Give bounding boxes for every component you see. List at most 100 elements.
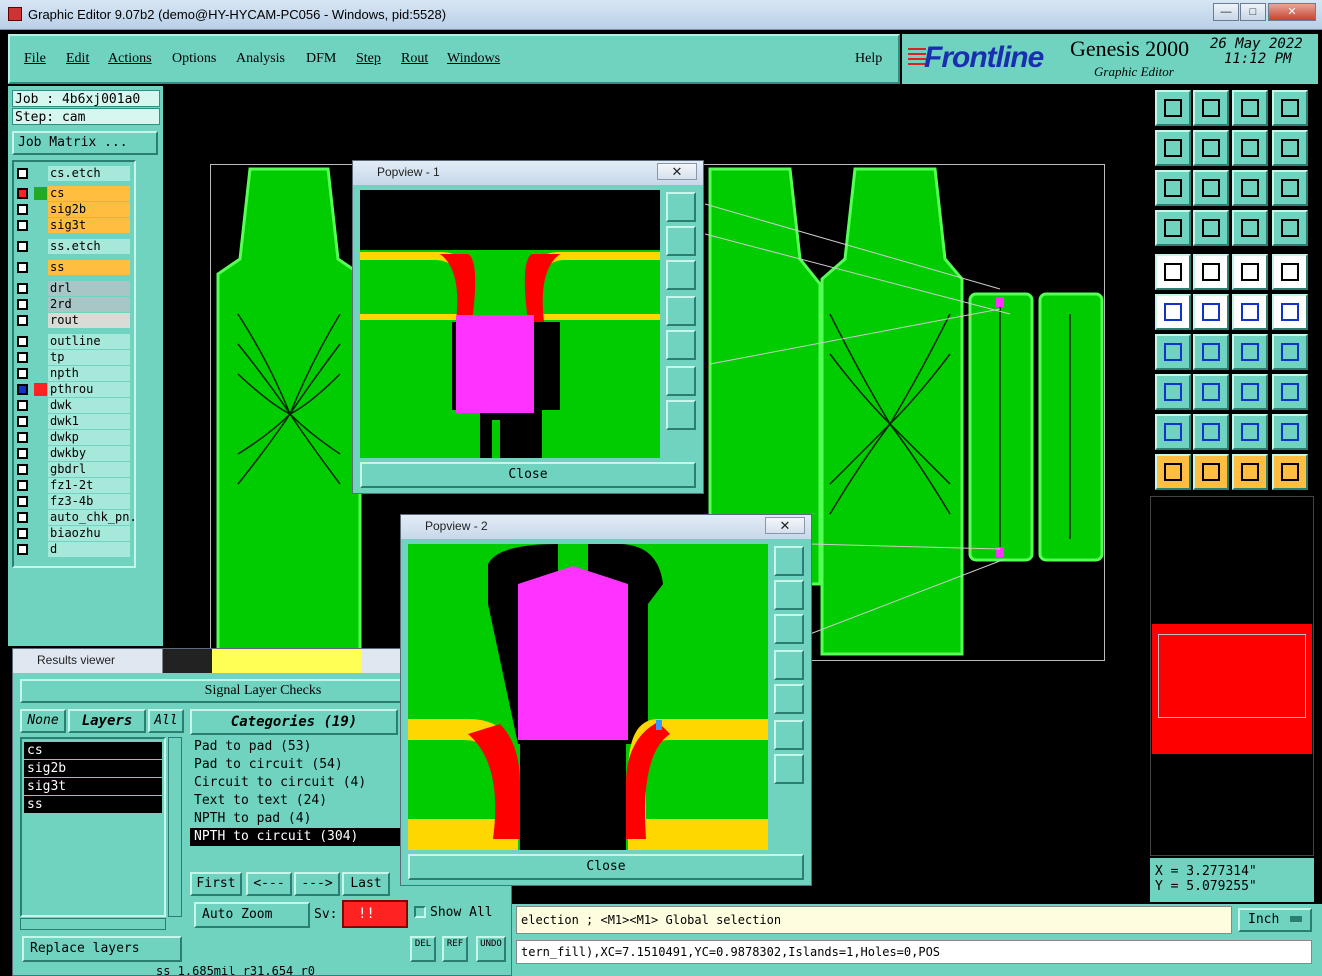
- category-item[interactable]: Text to text (24): [190, 792, 400, 810]
- last-button[interactable]: Last: [342, 872, 390, 896]
- show-all-checkbox[interactable]: [414, 906, 426, 918]
- layers-all-button[interactable]: All: [148, 709, 184, 733]
- frame-icon[interactable]: [1193, 254, 1229, 290]
- layer-checkbox[interactable]: [17, 220, 28, 231]
- layer-red2-icon[interactable]: [1272, 210, 1308, 246]
- layer-checkbox[interactable]: [17, 400, 28, 411]
- back-icon[interactable]: [1232, 130, 1268, 166]
- home-icon[interactable]: [1232, 90, 1268, 126]
- layer-checkbox[interactable]: [17, 464, 28, 475]
- settings-icon[interactable]: [1155, 210, 1191, 246]
- one-to-one-icon[interactable]: [1232, 170, 1268, 206]
- del-button[interactable]: DEL: [410, 936, 436, 962]
- arrow-icon[interactable]: [1272, 294, 1308, 330]
- distance-icon[interactable]: [1232, 374, 1268, 410]
- layer-name[interactable]: 2rd: [48, 297, 130, 312]
- layer-row[interactable]: ss: [14, 260, 132, 275]
- pointer3-icon[interactable]: [1232, 454, 1268, 490]
- prev-button[interactable]: <---: [246, 872, 292, 896]
- rotate-icon[interactable]: [1232, 334, 1268, 370]
- menu-help[interactable]: Help: [855, 51, 882, 67]
- layer-row[interactable]: dwk: [14, 398, 132, 413]
- layer-name[interactable]: rout: [48, 313, 130, 328]
- layers-none-button[interactable]: None: [20, 709, 66, 733]
- category-item[interactable]: NPTH to pad (4): [190, 810, 400, 828]
- menu-actions[interactable]: Actions: [108, 51, 152, 67]
- menu-step[interactable]: Step: [356, 51, 381, 67]
- close-window-button[interactable]: ✕: [1268, 3, 1316, 21]
- menu-rout[interactable]: Rout: [401, 51, 428, 67]
- popview-1-right-icon[interactable]: [666, 330, 696, 360]
- overview-viewport[interactable]: [1158, 634, 1306, 718]
- layer-name[interactable]: ss: [48, 260, 130, 275]
- layer-row[interactable]: gbdrl: [14, 462, 132, 477]
- popview-2-close-button[interactable]: Close: [408, 854, 804, 880]
- popview-1-down-icon[interactable]: [666, 260, 696, 290]
- layer-name[interactable]: cs.etch: [48, 166, 130, 181]
- layer-checkbox[interactable]: [17, 432, 28, 443]
- layer-row[interactable]: 2rd: [14, 297, 132, 312]
- layer-row[interactable]: tp: [14, 350, 132, 365]
- undo-button[interactable]: UNDO: [476, 936, 506, 962]
- layer-checkbox[interactable]: [17, 262, 28, 273]
- pan-left-icon[interactable]: [1155, 130, 1191, 166]
- layer-row[interactable]: rout: [14, 313, 132, 328]
- layer-checkbox[interactable]: [17, 283, 28, 294]
- layer-row[interactable]: drl: [14, 281, 132, 296]
- triangle3-icon[interactable]: [1232, 414, 1268, 450]
- layer-checkbox[interactable]: [17, 299, 28, 310]
- layer-row[interactable]: biaozhu: [14, 526, 132, 541]
- pointer-icon[interactable]: [1155, 454, 1191, 490]
- layer-name[interactable]: d: [48, 542, 130, 557]
- layer-row[interactable]: cs.etch: [14, 166, 132, 181]
- cluster-icon[interactable]: [1272, 374, 1308, 410]
- layer-name[interactable]: fz3-4b: [48, 494, 130, 509]
- layer-checkbox[interactable]: [17, 336, 28, 347]
- popview-2-down-icon[interactable]: [774, 614, 804, 644]
- zoom-out-icon[interactable]: [1193, 90, 1229, 126]
- layer-row[interactable]: dwk1: [14, 414, 132, 429]
- menu-windows[interactable]: Windows: [447, 51, 500, 67]
- results-vscrollbar[interactable]: [168, 737, 182, 917]
- layer-row[interactable]: ss.etch: [14, 239, 132, 254]
- grid-icon[interactable]: [1272, 90, 1308, 126]
- layer-row[interactable]: dwkby: [14, 446, 132, 461]
- replace-layers-dropdown[interactable]: Replace layers: [22, 936, 182, 962]
- popview-1-left-icon[interactable]: [666, 296, 696, 326]
- layer-row[interactable]: dwkp: [14, 430, 132, 445]
- layer-checkbox[interactable]: [17, 188, 28, 199]
- grid-toggle-icon[interactable]: [1193, 210, 1229, 246]
- layer-row[interactable]: pthrou: [14, 382, 132, 397]
- layer-checkbox[interactable]: [17, 528, 28, 539]
- menu-file[interactable]: File: [24, 51, 46, 67]
- layer-name[interactable]: dwkby: [48, 446, 130, 461]
- layer-name[interactable]: sig2b: [48, 202, 130, 217]
- segment-icon[interactable]: [1193, 374, 1229, 410]
- circle-icon[interactable]: [1272, 254, 1308, 290]
- layer-row[interactable]: fz3-4b: [14, 494, 132, 509]
- layer-checkbox[interactable]: [17, 416, 28, 427]
- layer-checkbox[interactable]: [17, 384, 28, 395]
- ruler-icon[interactable]: [1232, 254, 1268, 290]
- category-item[interactable]: Pad to pad (53): [190, 738, 400, 756]
- layer-checkbox[interactable]: [17, 544, 28, 555]
- popview-1-zoom-icon[interactable]: [666, 192, 696, 222]
- layer-row[interactable]: outline: [14, 334, 132, 349]
- layer-name[interactable]: gbdrl: [48, 462, 130, 477]
- popview-2-right-icon[interactable]: [774, 684, 804, 714]
- cross-icon[interactable]: [1193, 294, 1229, 330]
- measure-icon[interactable]: [1155, 334, 1191, 370]
- popview-2-zoom-icon[interactable]: [774, 546, 804, 576]
- popview-1-fit-icon[interactable]: [666, 366, 696, 396]
- snap-icon[interactable]: [1155, 294, 1191, 330]
- menu-dfm[interactable]: DFM: [306, 51, 336, 67]
- popview-2-close-x[interactable]: ✕: [765, 517, 805, 534]
- popview-1-close-x[interactable]: ✕: [657, 163, 697, 180]
- category-item[interactable]: NPTH to circuit (304): [190, 828, 400, 846]
- result-layer-item[interactable]: cs: [24, 742, 162, 759]
- category-item[interactable]: Pad to circuit (54): [190, 756, 400, 774]
- layer-row[interactable]: fz1-2t: [14, 478, 132, 493]
- results-hscrollbar[interactable]: [20, 918, 166, 930]
- result-layer-item[interactable]: sig2b: [24, 760, 162, 777]
- popview-1-up-icon[interactable]: [666, 226, 696, 256]
